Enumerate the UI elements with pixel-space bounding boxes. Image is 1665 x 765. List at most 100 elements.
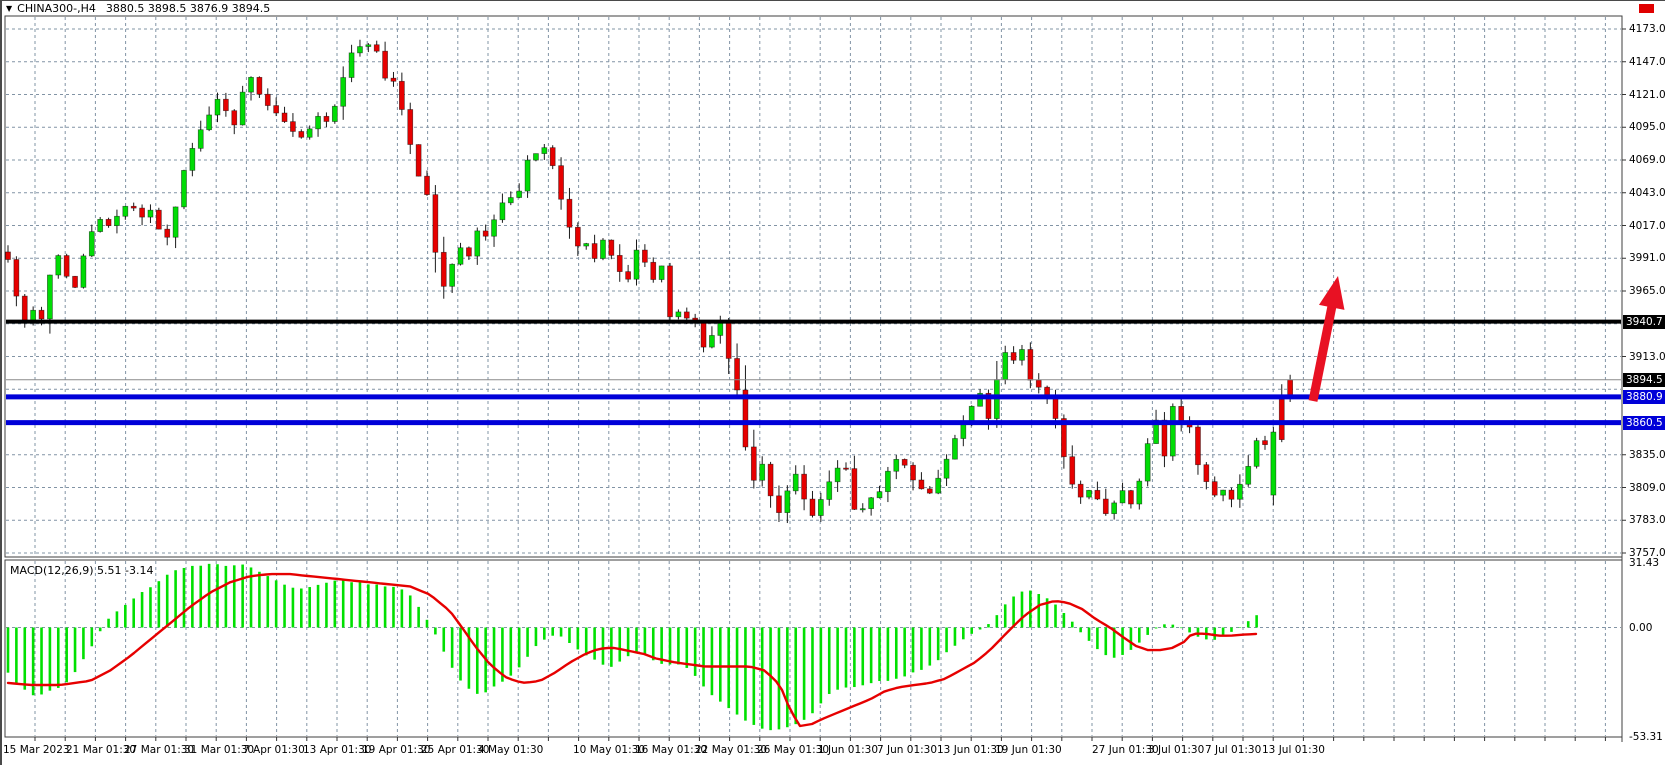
macd-histogram-bar bbox=[384, 586, 387, 627]
macd-histogram-bar bbox=[183, 568, 186, 628]
macd-histogram-bar bbox=[426, 620, 429, 628]
macd-histogram-bar bbox=[1163, 624, 1166, 627]
price-pane[interactable] bbox=[5, 16, 1622, 557]
candle-body-down bbox=[852, 469, 857, 510]
candle-body-up bbox=[869, 498, 874, 509]
macd-histogram-bar bbox=[1063, 613, 1066, 627]
macd-histogram-bar bbox=[652, 628, 655, 661]
macd-histogram-bar bbox=[1247, 621, 1250, 627]
candle-body-down bbox=[299, 131, 304, 137]
candle-body-down bbox=[701, 323, 706, 347]
price-level-badge: 3860.5 bbox=[1623, 416, 1665, 430]
chart-canvas[interactable] bbox=[0, 0, 1665, 765]
macd-histogram-bar bbox=[141, 592, 144, 627]
candle-body-down bbox=[559, 166, 564, 200]
candle-body-down bbox=[1028, 349, 1033, 380]
candle-body-up bbox=[517, 191, 522, 197]
time-axis-label: 7 Jun 01:30 bbox=[877, 744, 937, 756]
macd-histogram-bar bbox=[158, 581, 161, 627]
time-axis-label: 15 Mar 2023 bbox=[3, 744, 70, 756]
macd-histogram-bar bbox=[459, 628, 462, 681]
macd-histogram-bar bbox=[811, 628, 814, 714]
candle-body-down bbox=[1070, 457, 1075, 485]
macd-histogram-bar bbox=[644, 628, 647, 655]
macd-histogram-bar bbox=[367, 584, 370, 627]
macd-histogram-bar bbox=[1239, 628, 1242, 629]
macd-histogram-bar bbox=[434, 628, 437, 635]
macd-histogram-bar bbox=[451, 628, 454, 668]
candle-body-up bbox=[173, 207, 178, 237]
macd-histogram-bar bbox=[116, 611, 119, 627]
time-axis-label: 3 Jul 01:30 bbox=[1148, 744, 1204, 756]
macd-histogram-bar bbox=[266, 576, 269, 627]
price-axis-label: 4173.0 bbox=[1629, 23, 1665, 35]
macd-histogram-bar bbox=[937, 628, 940, 661]
macd-histogram-bar bbox=[853, 628, 856, 688]
candle-body-down bbox=[1128, 491, 1133, 504]
macd-histogram-bar bbox=[7, 628, 10, 673]
macd-histogram-bar bbox=[568, 628, 571, 643]
macd-histogram-bar bbox=[1004, 604, 1007, 627]
price-level-badge: 3880.9 bbox=[1623, 390, 1665, 404]
candle-body-down bbox=[927, 489, 932, 493]
candle-body-up bbox=[1170, 406, 1175, 456]
macd-histogram-bar bbox=[685, 628, 688, 668]
candle-body-up bbox=[1112, 503, 1117, 514]
price-axis-label: 3991.0 bbox=[1629, 252, 1665, 264]
candle-body-up bbox=[366, 45, 371, 47]
macd-histogram-bar bbox=[1037, 594, 1040, 627]
macd-histogram-bar bbox=[216, 564, 219, 627]
price-axis-label: 4043.0 bbox=[1629, 187, 1665, 199]
candle-body-up bbox=[860, 509, 865, 510]
candle-body-up bbox=[818, 499, 823, 515]
candle-body-up bbox=[349, 53, 354, 78]
macd-values-label: 5.51 -3.14 bbox=[97, 564, 153, 577]
macd-histogram-bar bbox=[895, 628, 898, 679]
candle-body-up bbox=[760, 464, 765, 480]
candle-body-down bbox=[416, 145, 421, 177]
candle-body-down bbox=[274, 106, 279, 113]
candle-body-down bbox=[776, 496, 781, 513]
macd-histogram-bar bbox=[828, 628, 831, 694]
candle-body-up bbox=[1137, 481, 1142, 504]
macd-histogram-bar bbox=[91, 628, 94, 647]
macd-histogram-bar bbox=[845, 628, 848, 688]
candle-body-down bbox=[232, 111, 237, 125]
candle-body-up bbox=[542, 148, 547, 154]
candle-body-down bbox=[802, 474, 807, 499]
candle-body-up bbox=[600, 240, 605, 258]
macd-histogram-bar bbox=[970, 628, 973, 634]
candle-body-up bbox=[944, 459, 949, 478]
candle-body-up bbox=[1271, 432, 1276, 495]
macd-histogram-bar bbox=[518, 628, 521, 668]
macd-histogram-bar bbox=[1230, 628, 1233, 632]
candle-body-down bbox=[726, 323, 731, 359]
macd-histogram-bar bbox=[677, 628, 680, 665]
candle-body-down bbox=[735, 358, 740, 390]
macd-histogram-bar bbox=[987, 624, 990, 627]
macd-histogram-bar bbox=[543, 628, 546, 640]
candle-body-up bbox=[81, 256, 86, 288]
macd-histogram-bar bbox=[292, 588, 295, 628]
candle-body-up bbox=[533, 154, 538, 161]
macd-histogram-bar bbox=[962, 628, 965, 640]
candle-body-up bbox=[718, 323, 723, 336]
macd-histogram-bar bbox=[233, 565, 236, 627]
time-axis-label: 13 Jul 01:30 bbox=[1262, 744, 1325, 756]
price-level-badge: 3894.5 bbox=[1623, 373, 1665, 387]
macd-histogram-bar bbox=[836, 628, 839, 690]
macd-histogram-bar bbox=[1172, 625, 1175, 628]
mt4-chart-window: ▼CHINA300-,H43880.5 3898.5 3876.9 3894.5… bbox=[0, 0, 1665, 765]
macd-histogram-bar bbox=[535, 628, 538, 647]
price-axis-label: 3913.0 bbox=[1629, 351, 1665, 363]
candle-body-down bbox=[140, 208, 145, 217]
macd-histogram-bar bbox=[225, 566, 228, 628]
candle-body-down bbox=[1078, 484, 1083, 497]
macd-histogram-bar bbox=[1130, 628, 1133, 650]
macd-histogram-bar bbox=[744, 628, 747, 721]
price-axis-label: 3835.0 bbox=[1629, 449, 1665, 461]
candle-body-down bbox=[1279, 399, 1284, 439]
candle-body-down bbox=[609, 240, 614, 255]
macd-histogram-bar bbox=[602, 628, 605, 665]
macd-histogram-bar bbox=[669, 628, 672, 665]
